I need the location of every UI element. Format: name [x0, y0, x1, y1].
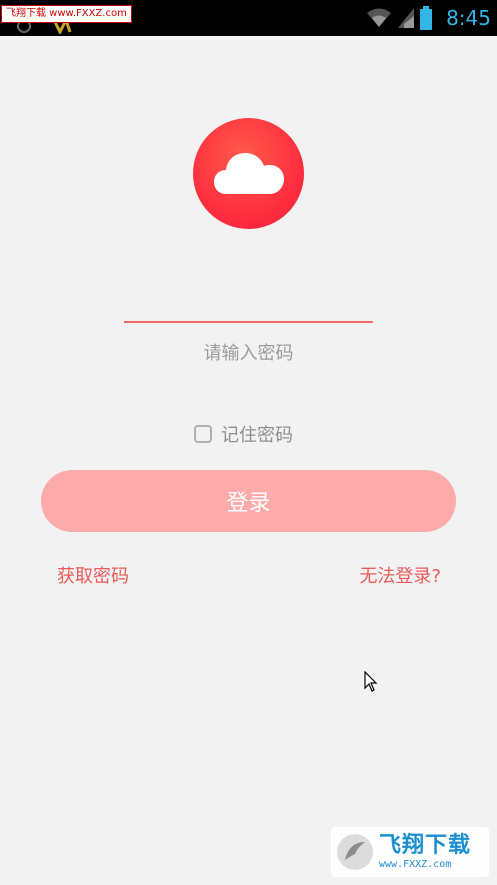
app-logo — [193, 118, 304, 229]
remember-password-checkbox[interactable] — [194, 425, 212, 443]
watermark-bottom: 飞翔下载 www.FXXZ.com — [331, 827, 489, 877]
remember-password-label: 记住密码 — [221, 425, 293, 446]
cloud-icon — [213, 152, 284, 194]
password-input[interactable] — [124, 333, 373, 373]
signal-icon — [398, 8, 415, 28]
wifi-icon — [367, 8, 392, 27]
password-underline — [124, 321, 373, 323]
remember-password-row[interactable]: 记住密码 — [194, 421, 293, 447]
cannot-login-link[interactable]: 无法登录? — [359, 562, 441, 588]
watermark-top: 飞翔下载 www.FXXZ.com — [1, 5, 132, 23]
get-password-link[interactable]: 获取密码 — [57, 562, 129, 588]
battery-icon — [420, 6, 433, 30]
status-time: 8:45 — [446, 6, 491, 30]
watermark-logo-icon — [337, 834, 373, 870]
watermark-url: www.FXXZ.com — [379, 858, 452, 870]
watermark-brand: 飞翔下载 — [379, 832, 472, 858]
status-right: 8:45 — [366, 4, 491, 32]
watermark-text-group: 飞翔下载 www.FXXZ.com — [379, 832, 472, 870]
login-button[interactable]: 登录 — [41, 470, 456, 532]
mouse-cursor-icon — [364, 671, 378, 692]
